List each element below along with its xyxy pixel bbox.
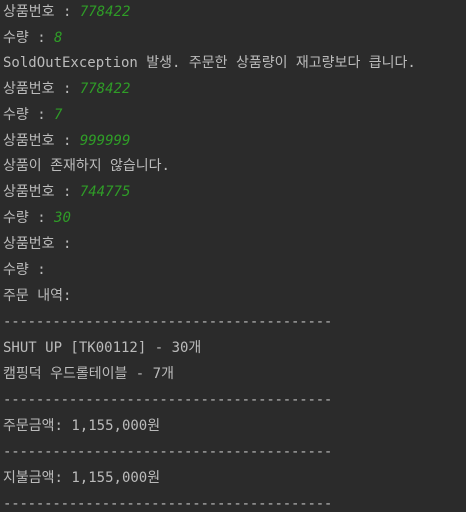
console-line-product-number-prompt: 상품번호 : 778422 <box>3 1 130 23</box>
console-line-quantity-prompt: 수량 : 8 <box>3 27 62 49</box>
console-line-product-number-prompt: 상품번호 : 999999 <box>3 130 130 152</box>
user-input-text: 778422 <box>79 81 131 97</box>
console-line-order-item: 캠핑덕 우드롤테이블 - 7개 <box>3 366 174 382</box>
console-output[interactable]: 상품번호 : 778422 수량 : 8 SoldOutException 발생… <box>0 0 466 512</box>
console-line-order-amount: 주문금액: 1,155,000원 <box>3 418 161 434</box>
console-line-order-history-header: 주문 내역: <box>3 288 72 304</box>
prompt-text: 상품번호 : <box>3 236 80 252</box>
console-line-payment-amount: 지불금액: 1,155,000원 <box>3 470 161 486</box>
console-line-quantity-prompt: 수량 : 30 <box>3 207 71 229</box>
user-input-text: 999999 <box>79 133 131 149</box>
console-line-separator: ---------------------------------------- <box>3 314 333 330</box>
console-line-product-number-prompt: 상품번호 : 778422 <box>3 78 130 100</box>
user-input-text: 7 <box>54 107 63 123</box>
prompt-text: 상품번호 : <box>3 4 80 20</box>
console-line-separator: ---------------------------------------- <box>3 496 333 512</box>
prompt-text: 수량 : <box>3 262 55 278</box>
user-input-text: 778422 <box>79 4 131 20</box>
prompt-text: 상품번호 : <box>3 81 80 97</box>
prompt-text: 수량 : <box>3 30 55 46</box>
console-line-product-not-found: 상품이 존재하지 않습니다. <box>3 158 170 174</box>
console-line-separator: ---------------------------------------- <box>3 392 333 408</box>
user-input-text: 8 <box>54 30 63 46</box>
user-input-text: 30 <box>54 210 71 226</box>
console-line-separator: ---------------------------------------- <box>3 444 333 460</box>
user-input-text: 744775 <box>79 184 131 200</box>
console-line-order-item: SHUT UP [TK00112] - 30개 <box>3 340 202 356</box>
prompt-text: 상품번호 : <box>3 184 80 200</box>
prompt-text: 상품번호 : <box>3 133 80 149</box>
console-line-product-number-prompt: 상품번호 : 744775 <box>3 181 130 203</box>
console-line-quantity-prompt: 수량 : <box>3 259 54 281</box>
console-line-soldout-exception: SoldOutException 발생. 주문한 상품량이 재고량보다 큽니다. <box>3 55 416 71</box>
prompt-text: 수량 : <box>3 210 55 226</box>
prompt-text: 수량 : <box>3 107 55 123</box>
console-line-quantity-prompt: 수량 : 7 <box>3 104 62 126</box>
console-line-product-number-prompt: 상품번호 : <box>3 233 80 255</box>
